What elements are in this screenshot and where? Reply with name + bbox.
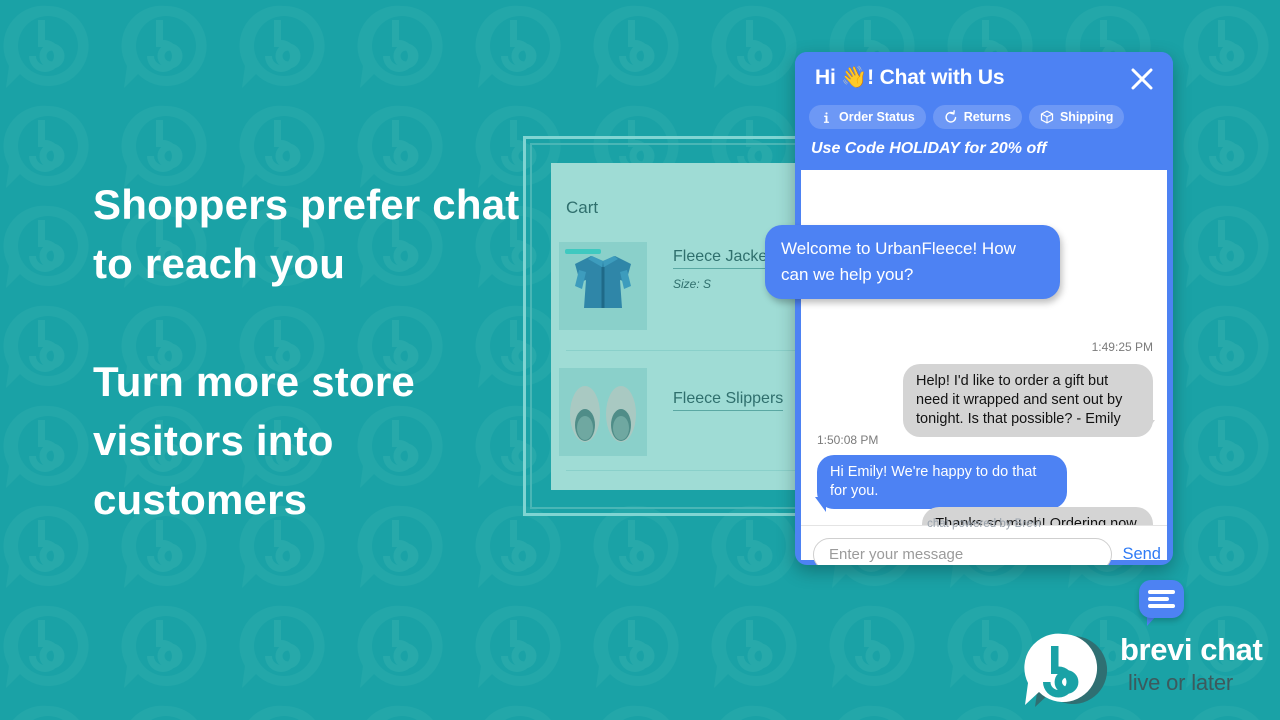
slide-canvas: Shoppers prefer chat to reach you Turn m…	[0, 0, 1280, 720]
chat-message-list[interactable]: 1:49:25 PM Help! I'd like to order a gif…	[801, 170, 1167, 525]
product-thumb-jacket	[559, 242, 647, 330]
chat-bubble-icon-line	[1148, 604, 1175, 608]
bubble-tail	[815, 497, 826, 512]
package-box-icon	[1040, 110, 1054, 124]
chat-header: Hi 👋! Chat with Us Order Status Returns …	[795, 52, 1173, 170]
close-icon[interactable]	[1127, 64, 1157, 94]
promo-banner: Use Code HOLIDAY for 20% off	[811, 140, 1047, 157]
quick-action-label: Order Status	[839, 110, 915, 124]
chat-bubble-icon	[1148, 590, 1175, 594]
product-name-jacket[interactable]: Fleece Jacket	[673, 248, 772, 269]
message-timestamp: 1:50:08 PM	[817, 433, 879, 447]
cart-title: Cart	[566, 198, 599, 217]
brand-name: brevi chat	[1120, 632, 1263, 667]
quick-action-label: Returns	[963, 110, 1011, 124]
message-bubble-agent: Hi Emily! We're happy to do that for you…	[817, 455, 1067, 509]
message-bubble-user: Help! I'd like to order a gift but need …	[903, 364, 1153, 437]
message-input[interactable]	[813, 538, 1113, 565]
jacket-image	[559, 242, 647, 330]
brand-tagline: live or later	[1128, 670, 1233, 695]
powered-by-label: chat powered by Brevi	[927, 518, 1041, 530]
headline-secondary: Turn more store visitors into customers	[93, 358, 415, 523]
chat-widget: Hi 👋! Chat with Us Order Status Returns …	[795, 52, 1173, 565]
headline-primary: Shoppers prefer chat to reach you	[93, 181, 520, 287]
chat-title: Hi 👋! Chat with Us	[815, 66, 1005, 89]
chat-bubble-icon-line	[1148, 597, 1169, 601]
chat-composer-area: chat powered by Brevi Send	[801, 518, 1167, 565]
bubble-tail	[1144, 420, 1155, 435]
quick-actions-bar: Order Status Returns Shipping	[809, 105, 1125, 129]
product-thumb-slippers	[559, 368, 647, 456]
info-icon	[820, 111, 833, 124]
brevi-b-logo	[1024, 633, 1108, 707]
composer: Send	[813, 538, 1161, 565]
return-arrow-icon	[944, 110, 958, 124]
quick-action-returns[interactable]: Returns	[932, 105, 1022, 129]
quick-action-shipping[interactable]: Shipping	[1028, 105, 1125, 129]
quick-action-order-status[interactable]: Order Status	[809, 105, 926, 129]
message-timestamp: 1:49:25 PM	[1091, 340, 1153, 354]
product-name-slippers[interactable]: Fleece Slippers	[673, 390, 784, 411]
message-bubble-welcome: Welcome to UrbanFleece! How can we help …	[765, 225, 1060, 299]
chat-launcher-button[interactable]	[1139, 580, 1184, 618]
quick-action-label: Shipping	[1059, 110, 1114, 124]
slippers-image	[559, 368, 647, 456]
send-button[interactable]: Send	[1122, 545, 1161, 564]
product-meta-jacket: Size: S	[673, 277, 712, 291]
